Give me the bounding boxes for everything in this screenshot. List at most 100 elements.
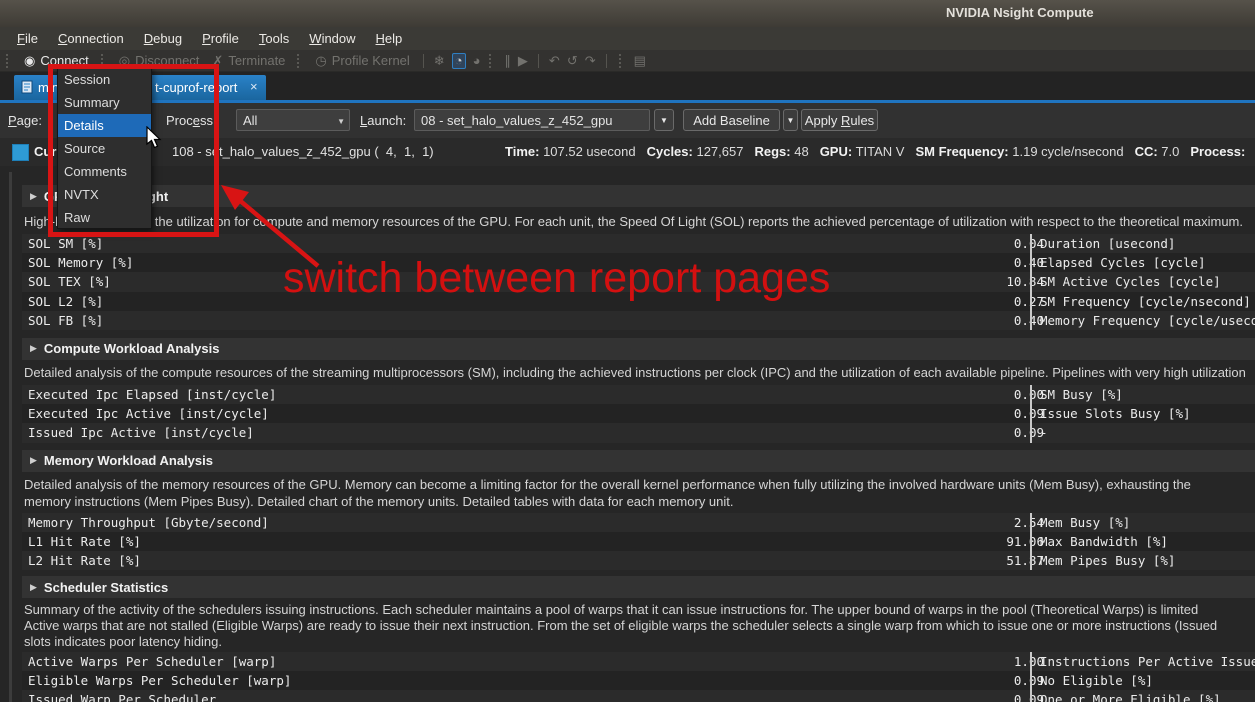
launch-combo[interactable]: 08 - set_halo_values_z_452_gpu	[414, 109, 650, 131]
kernel-stat-label: Regs:	[754, 144, 790, 159]
menu-item-summary[interactable]: Summary	[58, 91, 151, 114]
table-row: SOL SM [%] 0.04 Duration [usecond]	[22, 234, 1255, 253]
metrics-table: Executed Ipc Elapsed [inst/cycle] 0.00 S…	[22, 385, 1255, 443]
kernel-stat: SM Frequency: 1.19 cycle/nsecond	[915, 144, 1123, 159]
profile-kernel-button[interactable]: ◷ Profile Kernel	[312, 53, 412, 68]
menu-item-details[interactable]: Details	[58, 114, 151, 137]
collapse-triangle-icon[interactable]: ▶	[30, 582, 37, 593]
menu-tools[interactable]: Tools	[250, 29, 298, 48]
toolbar-grip[interactable]	[489, 54, 495, 68]
kernel-color-checkbox[interactable]	[12, 144, 29, 161]
menu-item-comments[interactable]: Comments	[58, 160, 151, 183]
section-scheduler-statistics: ▶ Scheduler Statistics Summary of the ac…	[0, 576, 1255, 702]
kernel-stat: Regs: 48	[754, 144, 808, 159]
menu-connection[interactable]: Connection	[49, 29, 133, 48]
column-divider	[1030, 652, 1032, 671]
tab-label-left: min	[38, 80, 59, 95]
table-row: Active Warps Per Scheduler [warp] 1.00 I…	[22, 652, 1255, 671]
report-controls-row: Page: Process: All ▼ Launch: 08 - set_ha…	[0, 103, 1255, 138]
toolbar-separator	[538, 54, 539, 68]
metric-name: SOL Memory [%]	[22, 255, 133, 270]
table-row: Issued Warp Per Scheduler 0.09 One or Mo…	[22, 690, 1255, 702]
terminate-button[interactable]: ✗ Terminate	[209, 53, 288, 68]
section-header[interactable]: ▶ GPU Speed Of Light	[22, 185, 1255, 207]
kernel-stat-value: 1.19 cycle/nsecond	[1012, 144, 1123, 159]
menu-item-nvtx[interactable]: NVTX	[58, 183, 151, 206]
metric-name-2: Duration [usecond]	[1040, 234, 1175, 253]
collapse-triangle-icon[interactable]: ▶	[30, 191, 37, 202]
menu-bar: File Connection Debug Profile Tools Wind…	[0, 27, 1255, 50]
profile-series-icon[interactable]: ◕	[473, 54, 481, 68]
details-page: ▶ GPU Speed Of Light High-level overview…	[0, 166, 1255, 702]
kernel-stat-label: GPU:	[820, 144, 853, 159]
kernel-stat-label: Time:	[505, 144, 539, 159]
step-out-icon[interactable]: ↷	[585, 54, 596, 68]
metric-value: 10.84	[1006, 272, 1044, 291]
toolbar-grip[interactable]	[297, 54, 303, 68]
left-scroll-strip	[9, 172, 12, 702]
step-icon[interactable]: ▶	[518, 54, 528, 68]
chevron-down-icon: ▼	[787, 116, 795, 125]
menu-help[interactable]: Help	[367, 29, 412, 48]
menu-item-source[interactable]: Source	[58, 137, 151, 160]
resources-icon[interactable]: ▤	[634, 54, 646, 68]
description-line: Active warps that are not stalled (Eligi…	[24, 618, 1255, 634]
profile-start-icon[interactable]: ◔	[452, 53, 466, 69]
launch-combo-arrow-button[interactable]: ▼	[654, 109, 674, 131]
kernel-stat-label: CC:	[1135, 144, 1158, 159]
add-baseline-arrow-button[interactable]: ▼	[783, 109, 798, 131]
section-description: Summary of the activity of the scheduler…	[24, 602, 1255, 650]
metric-name: Executed Ipc Elapsed [inst/cycle]	[22, 387, 276, 402]
process-combo[interactable]: All ▼	[236, 109, 350, 131]
tab-label-right: t-cuprof-report	[155, 80, 237, 95]
menu-item-raw[interactable]: Raw	[58, 206, 151, 229]
menu-window[interactable]: Window	[300, 29, 364, 48]
section-header[interactable]: ▶ Scheduler Statistics	[22, 576, 1255, 598]
freeze-api-icon[interactable]: ❄	[434, 54, 445, 68]
add-baseline-button[interactable]: Add Baseline	[683, 109, 780, 131]
table-row: SOL TEX [%] 10.84 SM Active Cycles [cycl…	[22, 272, 1255, 291]
section-header[interactable]: ▶ Compute Workload Analysis	[22, 338, 1255, 360]
metric-value: 91.06	[1006, 532, 1044, 551]
apply-rules-button[interactable]: Apply Rules	[801, 109, 878, 131]
launch-label: Launch:	[360, 113, 406, 128]
section-description: Detailed analysis of the memory resource…	[24, 476, 1255, 510]
table-row: SOL Memory [%] 0.40 Elapsed Cycles [cycl…	[22, 253, 1255, 272]
menu-file[interactable]: File	[8, 29, 47, 48]
tab-close-icon[interactable]: ×	[250, 79, 258, 94]
metric-name: SOL TEX [%]	[22, 274, 111, 289]
toolbar-grip[interactable]	[6, 54, 12, 68]
page-dropdown-menu: Session Summary Details Source Comments …	[57, 66, 152, 229]
section-description: Detailed analysis of the compute resourc…	[24, 364, 1255, 381]
menu-item-session[interactable]: Session	[58, 68, 151, 91]
toolbar-grip[interactable]	[619, 54, 625, 68]
metric-name-2: -	[1040, 423, 1048, 442]
kernel-stat: GPU: TITAN V	[820, 144, 905, 159]
metric-name-2: Memory Frequency [cycle/usecond]	[1040, 311, 1255, 330]
pause-icon[interactable]: ∥	[504, 54, 511, 68]
collapse-triangle-icon[interactable]: ▶	[30, 343, 37, 354]
metric-name: SOL FB [%]	[22, 313, 103, 328]
metric-name-2: SM Busy [%]	[1040, 385, 1123, 404]
metric-name: Issued Ipc Active [inst/cycle]	[22, 425, 254, 440]
step-into-icon[interactable]: ↶	[549, 54, 560, 68]
step-over-icon[interactable]: ↺	[567, 54, 578, 68]
kernel-stat-label: SM Frequency:	[915, 144, 1008, 159]
column-divider	[1030, 671, 1032, 690]
connect-icon: ◉	[24, 54, 35, 68]
metrics-table: Memory Throughput [Gbyte/second] 2.54 Me…	[22, 513, 1255, 571]
section-title: Memory Workload Analysis	[44, 453, 213, 468]
section-title: Compute Workload Analysis	[44, 341, 220, 356]
menu-profile[interactable]: Profile	[193, 29, 248, 48]
process-combo-value: All	[243, 113, 257, 128]
table-row: L2 Hit Rate [%] 51.87 Mem Pipes Busy [%]	[22, 551, 1255, 570]
kernel-stat-value: 127,657	[696, 144, 743, 159]
collapse-triangle-icon[interactable]: ▶	[30, 455, 37, 466]
menu-debug[interactable]: Debug	[135, 29, 191, 48]
chevron-down-icon: ▼	[337, 117, 345, 126]
metrics-table: SOL SM [%] 0.04 Duration [usecond] SOL M…	[22, 234, 1255, 330]
metric-name-2: Max Bandwidth [%]	[1040, 532, 1168, 551]
kernel-stat-label: Process:	[1190, 144, 1245, 159]
section-header[interactable]: ▶ Memory Workload Analysis	[22, 450, 1255, 472]
section-compute-workload: ▶ Compute Workload Analysis Detailed ana…	[0, 338, 1255, 443]
